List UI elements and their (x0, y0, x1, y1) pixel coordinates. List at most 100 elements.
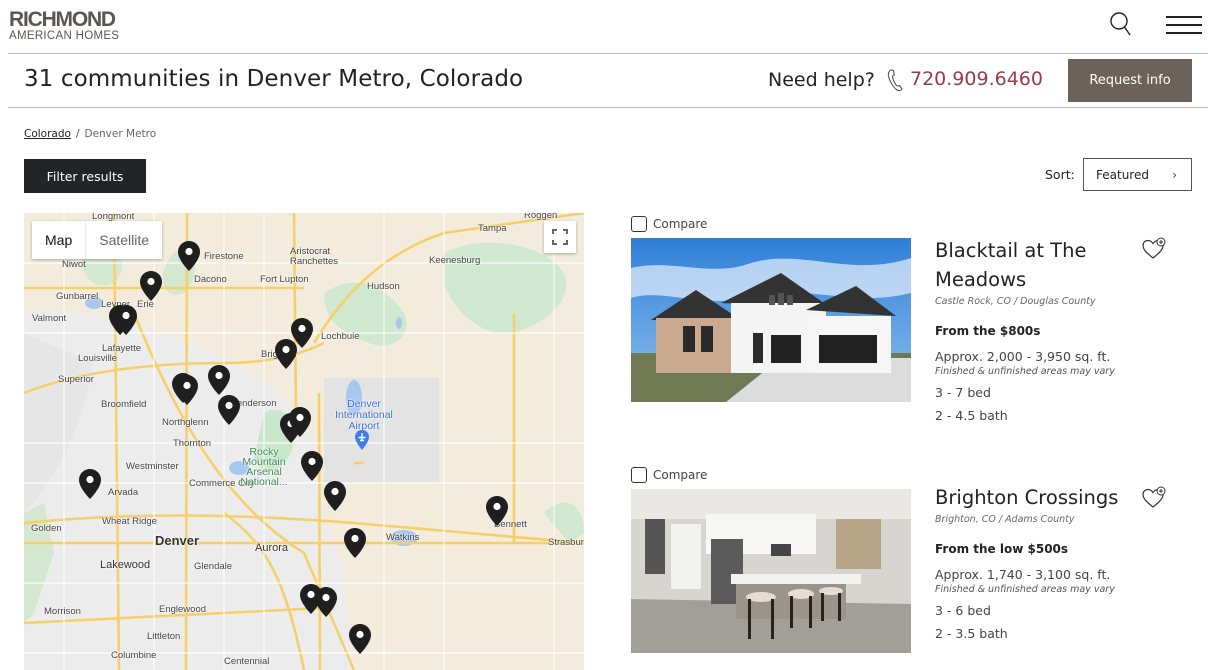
community-info: Brighton Crossings Brighton, CO / Adams … (935, 483, 1125, 641)
request-info-button[interactable]: Request info (1068, 59, 1192, 102)
community-note: Finished & unfinished areas may vary (935, 366, 1115, 377)
community-map-pin[interactable] (315, 587, 337, 617)
richmond-logo[interactable]: RICHMOND AMERICAN HOMES (9, 9, 119, 42)
map-pin-icon (176, 375, 198, 405)
fullscreen-button[interactable] (544, 221, 576, 253)
add-favorite-button[interactable] (1141, 236, 1167, 262)
community-card: Compare Blacktail at The Meadows Castle … (631, 216, 1201, 423)
map-label: Denver (155, 533, 200, 548)
map-tab-satellite[interactable]: Satellite (85, 221, 162, 259)
map-label: Denver International Airport (335, 398, 393, 432)
map-label: Lochbuie (321, 331, 360, 342)
map-pin-icon (178, 241, 200, 271)
map-label: Superior (58, 374, 94, 385)
hamburger-menu-icon (1166, 24, 1202, 26)
community-map-pin[interactable] (301, 451, 323, 481)
filter-results-button[interactable]: Filter results (24, 159, 146, 193)
compare-checkbox[interactable]: Compare (631, 216, 707, 232)
map-label: Broomfield (101, 399, 147, 410)
compare-label: Compare (653, 468, 708, 482)
breadcrumb-denver-metro: Denver Metro (84, 128, 157, 140)
community-note: Finished & unfinished areas may vary (935, 584, 1115, 595)
search-icon (1110, 12, 1131, 36)
fullscreen-icon (552, 229, 568, 245)
community-photo[interactable] (631, 238, 911, 402)
map-label: Louisville (78, 353, 118, 364)
community-map-pin[interactable] (115, 305, 137, 335)
map-tab-map[interactable]: Map (32, 221, 85, 259)
breadcrumb-separator: / (75, 128, 80, 140)
compare-checkbox[interactable]: Compare (631, 467, 707, 483)
community-map-pin[interactable] (289, 407, 311, 437)
hamburger-menu-button[interactable] (1166, 14, 1204, 36)
divider (8, 107, 1208, 108)
map-label: Wheat Ridge (102, 516, 157, 527)
community-map-pin[interactable] (218, 395, 240, 425)
community-price: From the low $500s (935, 542, 1069, 556)
airport-icon (355, 430, 369, 450)
hamburger-menu-icon (1166, 16, 1202, 18)
map-label: Niwot (62, 259, 86, 270)
compare-label: Compare (653, 217, 708, 231)
map-label: Strasburg (548, 537, 584, 548)
map-label: Golden (31, 523, 62, 534)
community-map-pin[interactable] (275, 339, 297, 369)
heart-plus-icon (1142, 237, 1166, 259)
map-pin-icon (79, 469, 101, 499)
community-info: Blacktail at The Meadows Castle Rock, CO… (935, 236, 1125, 423)
map-label: Roggen (524, 213, 558, 221)
map-label: Rocky Mountain Arsenal National... (240, 446, 288, 488)
community-baths: 2 - 3.5 bath (935, 626, 1008, 641)
map-label: Firestone (204, 251, 244, 262)
map-label: Hudson (367, 281, 400, 292)
top-navigation-bar: RICHMOND AMERICAN HOMES (0, 0, 1212, 54)
community-baths: 2 - 4.5 bath (935, 408, 1008, 423)
breadcrumb-colorado[interactable]: Colorado (24, 128, 71, 140)
map-label: Lakewood (100, 559, 151, 571)
community-map-pin[interactable] (178, 241, 200, 271)
sort-dropdown[interactable]: Featured › (1083, 158, 1192, 191)
map-pin-icon (218, 395, 240, 425)
community-map-pin[interactable] (140, 271, 162, 301)
checkbox-icon (631, 216, 647, 232)
map-type-toggle: Map Satellite (32, 221, 163, 259)
hamburger-menu-icon (1166, 32, 1202, 34)
checkbox-icon (631, 467, 647, 483)
phone-number-link[interactable]: 720.909.6460 (910, 68, 1043, 90)
map-label: Westminster (126, 461, 179, 472)
map-label: Aristocrat Ranchettes (290, 246, 339, 267)
map-label: Littleton (147, 631, 181, 642)
community-name[interactable]: Blacktail at The Meadows (935, 236, 1125, 294)
community-map-pin[interactable] (349, 624, 371, 654)
community-price: From the $800s (935, 324, 1041, 338)
community-map-pin[interactable] (208, 365, 230, 395)
map-pin-icon (315, 587, 337, 617)
map-pin-icon (289, 407, 311, 437)
community-name[interactable]: Brighton Crossings (935, 483, 1125, 512)
communities-map[interactable]: Longmont Niwot Gunbarrel Leyner Erie Val… (24, 213, 584, 670)
community-beds: 3 - 7 bed (935, 385, 991, 400)
community-photo[interactable] (631, 489, 911, 653)
map-pin-icon (301, 451, 323, 481)
map-label: Fort Lupton (260, 274, 309, 285)
community-map-pin[interactable] (344, 528, 366, 558)
page-title: 31 communities in Denver Metro, Colorado (24, 66, 524, 92)
community-map-pin[interactable] (324, 481, 346, 511)
search-button[interactable] (1108, 10, 1136, 38)
kitchen-interior-photo (631, 489, 911, 653)
community-map-pin[interactable] (79, 469, 101, 499)
sort-label: Sort: (1045, 167, 1075, 182)
community-location: Castle Rock, CO / Douglas County (935, 296, 1096, 307)
breadcrumb: Colorado / Denver Metro (24, 128, 156, 140)
community-location: Brighton, CO / Adams County (935, 514, 1075, 525)
map-label: Northglenn (162, 417, 209, 428)
map-pin-icon (486, 496, 508, 526)
map-label: Tampa (478, 223, 507, 234)
add-favorite-button[interactable] (1141, 485, 1167, 511)
community-map-pin[interactable] (486, 496, 508, 526)
map-pin-icon (115, 305, 137, 335)
community-map-pin[interactable] (176, 375, 198, 405)
map-pin-icon (275, 339, 297, 369)
map-label: Thornton (173, 438, 212, 449)
map-label: Dacono (194, 274, 227, 285)
